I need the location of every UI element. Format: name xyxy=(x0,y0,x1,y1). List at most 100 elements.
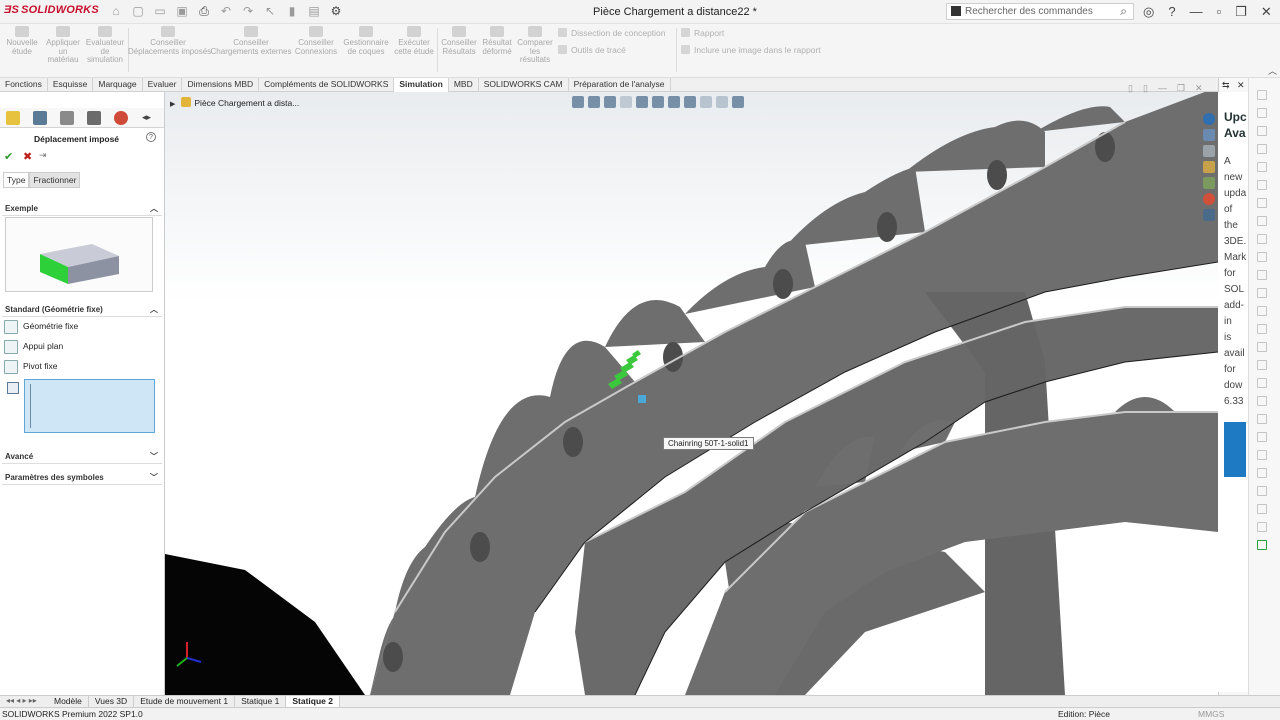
tool-icon[interactable] xyxy=(1257,414,1267,424)
chainring-model[interactable] xyxy=(165,92,1218,695)
tool-icon[interactable] xyxy=(1257,486,1267,496)
view-palette-icon[interactable] xyxy=(1203,177,1215,189)
tool-icon[interactable] xyxy=(1257,90,1267,100)
tool-icon[interactable] xyxy=(1257,126,1267,136)
tool-icon[interactable] xyxy=(1257,108,1267,118)
open-icon[interactable]: ▭ xyxy=(152,4,168,19)
tab-fonctions[interactable]: Fonctions xyxy=(0,78,48,92)
scene-icon[interactable] xyxy=(716,96,728,108)
standard-section-header[interactable]: Standard (Géométrie fixe) ︿ xyxy=(2,303,162,317)
selection-list-box[interactable] xyxy=(24,379,155,433)
section-view-icon[interactable] xyxy=(620,96,632,108)
dynamic-annotation-icon[interactable] xyxy=(636,96,648,108)
option-roller-slider[interactable]: Appui plan xyxy=(4,338,63,354)
connections-advisor-button[interactable]: Conseiller Connexions xyxy=(294,26,338,56)
hide-show-icon[interactable] xyxy=(684,96,696,108)
option-fixed-hinge[interactable]: Pivot fixe xyxy=(4,358,58,374)
tool-icon[interactable] xyxy=(1257,432,1267,442)
new-study-button[interactable]: Nouvelle étude xyxy=(5,26,39,56)
rebuild-icon[interactable]: ▮ xyxy=(284,4,300,19)
tool-icon[interactable] xyxy=(1257,378,1267,388)
tool-icon[interactable] xyxy=(1257,342,1267,352)
configuration-manager-icon[interactable] xyxy=(60,111,74,125)
tab-type[interactable]: Type xyxy=(3,172,30,188)
advanced-section-header[interactable]: Avancé ﹀ xyxy=(2,450,162,464)
appearance-icon[interactable] xyxy=(700,96,712,108)
symbol-settings-section-header[interactable]: Paramètres des symboles ﹀ xyxy=(2,471,162,485)
dimxpert-icon[interactable] xyxy=(87,111,101,125)
tab-solidworks-cam[interactable]: SOLIDWORKS CAM xyxy=(479,78,569,92)
user-icon[interactable]: ◎ xyxy=(1143,4,1154,20)
new-icon[interactable]: ▢ xyxy=(130,4,146,19)
pushpin-icon[interactable]: ⇥ xyxy=(39,150,47,161)
tool-icon[interactable] xyxy=(1257,450,1267,460)
view-settings-icon[interactable] xyxy=(732,96,744,108)
tile-icon[interactable]: ▯ xyxy=(1128,83,1133,94)
tool-icon[interactable] xyxy=(1257,288,1267,298)
print-icon[interactable]: ⎙ xyxy=(196,4,212,19)
scroll-tabs-icon[interactable]: ◂▸ xyxy=(142,112,151,123)
tool-icon[interactable] xyxy=(1257,198,1267,208)
search-icon[interactable]: ⌕ xyxy=(1120,4,1127,19)
tab-statique-1[interactable]: Statique 1 xyxy=(235,696,287,707)
results-advisor-button[interactable]: Conseiller Résultats xyxy=(440,26,478,56)
solidworks-resources-icon[interactable] xyxy=(1203,113,1215,125)
feature-tree-flyout[interactable]: ▶ Pièce Chargement a dista... xyxy=(170,97,299,108)
tool-icon[interactable] xyxy=(1257,234,1267,244)
file-properties-icon[interactable]: ▤ xyxy=(306,4,322,19)
close-icon[interactable]: ✕ xyxy=(1195,83,1203,94)
tab-evaluer[interactable]: Evaluer xyxy=(143,78,183,92)
run-study-button[interactable]: Exécuter cette étude xyxy=(394,26,434,56)
shell-manager-button[interactable]: Gestionnaire de coques xyxy=(340,26,392,56)
appearances-icon[interactable] xyxy=(1203,193,1215,205)
restore-window-icon[interactable]: ❐ xyxy=(1235,4,1247,20)
minimize-icon[interactable]: — xyxy=(1190,4,1203,20)
tool-icon[interactable] xyxy=(1257,270,1267,280)
graphics-viewport[interactable] xyxy=(165,92,1218,695)
home-icon[interactable]: ⌂ xyxy=(108,4,124,19)
minimize-icon[interactable]: — xyxy=(1158,83,1167,94)
help-icon[interactable]: ? xyxy=(1168,4,1175,20)
tool-icon[interactable] xyxy=(1257,504,1267,514)
tool-icon[interactable] xyxy=(1257,522,1267,532)
tab-esquisse[interactable]: Esquisse xyxy=(48,78,94,92)
include-image-button[interactable]: Inclure une image dans le rapport xyxy=(681,45,821,55)
tab-dimensions-mbd[interactable]: Dimensions MBD xyxy=(182,78,260,92)
tool-icon[interactable] xyxy=(1257,540,1267,550)
select-icon[interactable]: ↖ xyxy=(262,4,278,19)
tab-fractionner[interactable]: Fractionner xyxy=(29,172,81,188)
tab-scroll-icon[interactable]: ◂◂ ◂ ▸ ▸▸ xyxy=(6,696,37,705)
tab-simulation[interactable]: Simulation xyxy=(394,78,449,92)
options-gear-icon[interactable]: ⚙ xyxy=(328,4,344,19)
deformed-result-button[interactable]: Résultat déformé xyxy=(480,26,514,56)
file-explorer-icon[interactable] xyxy=(1203,161,1215,173)
previous-view-icon[interactable] xyxy=(604,96,616,108)
task-pane-pin-icon[interactable]: ⇆ xyxy=(1222,80,1230,91)
display-manager-icon[interactable] xyxy=(114,111,128,125)
tool-icon[interactable] xyxy=(1257,306,1267,316)
collapse-ribbon-icon[interactable]: ︿ xyxy=(1268,64,1277,77)
solidworks-logo[interactable]: ƎS SOLIDWORKS xyxy=(4,4,99,16)
tool-icon[interactable] xyxy=(1257,144,1267,154)
display-style-icon[interactable] xyxy=(668,96,680,108)
example-section-header[interactable]: Exemple ︿ xyxy=(2,202,162,216)
property-manager-icon[interactable] xyxy=(33,111,47,125)
tool-icon[interactable] xyxy=(1257,180,1267,190)
ok-check-icon[interactable]: ✔ xyxy=(4,150,13,163)
tool-icon[interactable] xyxy=(1257,468,1267,478)
tool-icon[interactable] xyxy=(1257,216,1267,226)
zoom-to-fit-icon[interactable] xyxy=(572,96,584,108)
help-icon[interactable]: ? xyxy=(146,132,156,142)
option-fixed-geometry[interactable]: Géométrie fixe xyxy=(4,318,78,334)
tab-preparation-analyse[interactable]: Préparation de l'analyse xyxy=(569,78,671,92)
command-search-input[interactable]: Rechercher des commandes ⌕ xyxy=(946,3,1134,20)
compare-results-button[interactable]: Comparer les résultats xyxy=(516,26,554,65)
download-button[interactable] xyxy=(1224,422,1246,477)
units-label[interactable]: MMGS xyxy=(1198,709,1224,719)
undo-icon[interactable]: ↶ xyxy=(218,4,234,19)
redo-icon[interactable]: ↷ xyxy=(240,4,256,19)
tab-vues-3d[interactable]: Vues 3D xyxy=(89,696,135,707)
custom-properties-icon[interactable] xyxy=(1203,209,1215,221)
tab-statique-2[interactable]: Statique 2 xyxy=(286,696,340,707)
design-insight-button[interactable]: Dissection de conception xyxy=(558,28,666,38)
